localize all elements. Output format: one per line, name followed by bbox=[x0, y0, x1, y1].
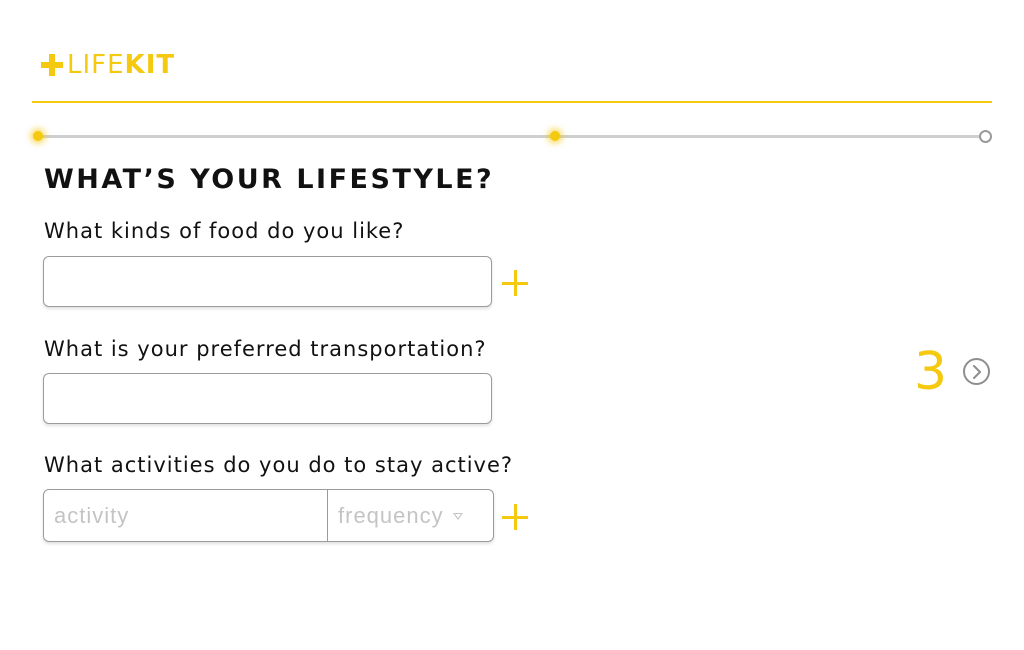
progress-track bbox=[38, 135, 984, 138]
activity-question-label: What activities do you do to stay active… bbox=[44, 453, 514, 477]
activity-input[interactable] bbox=[44, 490, 328, 541]
transportation-input[interactable] bbox=[43, 373, 492, 424]
progress-step-3-pending bbox=[979, 130, 992, 143]
frequency-placeholder: frequency bbox=[338, 502, 444, 528]
progress-step-1-complete bbox=[33, 131, 43, 141]
add-food-button[interactable] bbox=[502, 270, 528, 296]
frequency-dropdown[interactable]: frequency bbox=[328, 490, 493, 541]
dropdown-triangle-icon bbox=[452, 513, 463, 520]
transportation-question-label: What is your preferred transportation? bbox=[44, 337, 487, 361]
logo-text-kit: KIT bbox=[124, 50, 176, 80]
page-title: WHAT’S YOUR LIFESTYLE? bbox=[44, 164, 495, 195]
next-step-button[interactable] bbox=[963, 358, 990, 385]
add-activity-button[interactable] bbox=[502, 504, 528, 530]
food-question-label: What kinds of food do you like? bbox=[44, 219, 405, 243]
logo-plus-icon bbox=[41, 54, 63, 76]
header-divider bbox=[32, 101, 992, 103]
lifekit-logo[interactable]: LIFE KIT bbox=[41, 50, 175, 80]
progress-step-2-complete bbox=[550, 131, 560, 141]
logo-text-life: LIFE bbox=[67, 50, 125, 80]
step-number: 3 bbox=[914, 342, 948, 402]
food-input[interactable] bbox=[43, 256, 492, 307]
activity-combo-field: frequency bbox=[43, 489, 494, 542]
chevron-right-icon bbox=[972, 364, 981, 379]
